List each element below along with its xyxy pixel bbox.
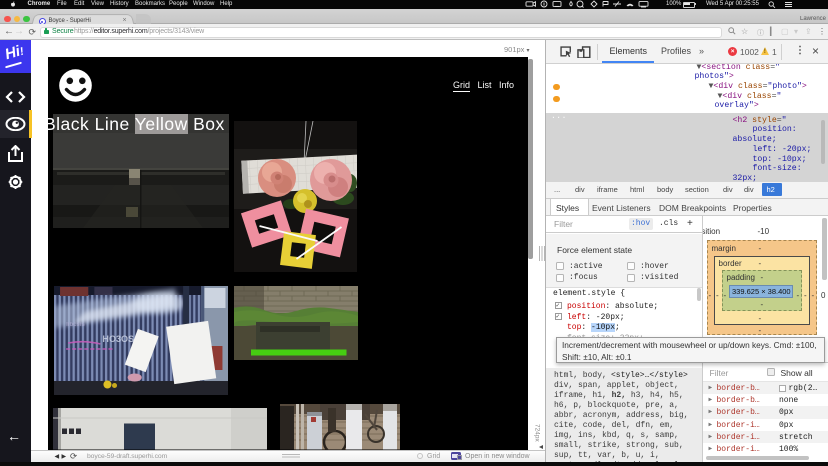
svg-text:libcsis: libcsis [66, 322, 85, 328]
svg-text:HO3OS: HO3OS [102, 334, 134, 344]
